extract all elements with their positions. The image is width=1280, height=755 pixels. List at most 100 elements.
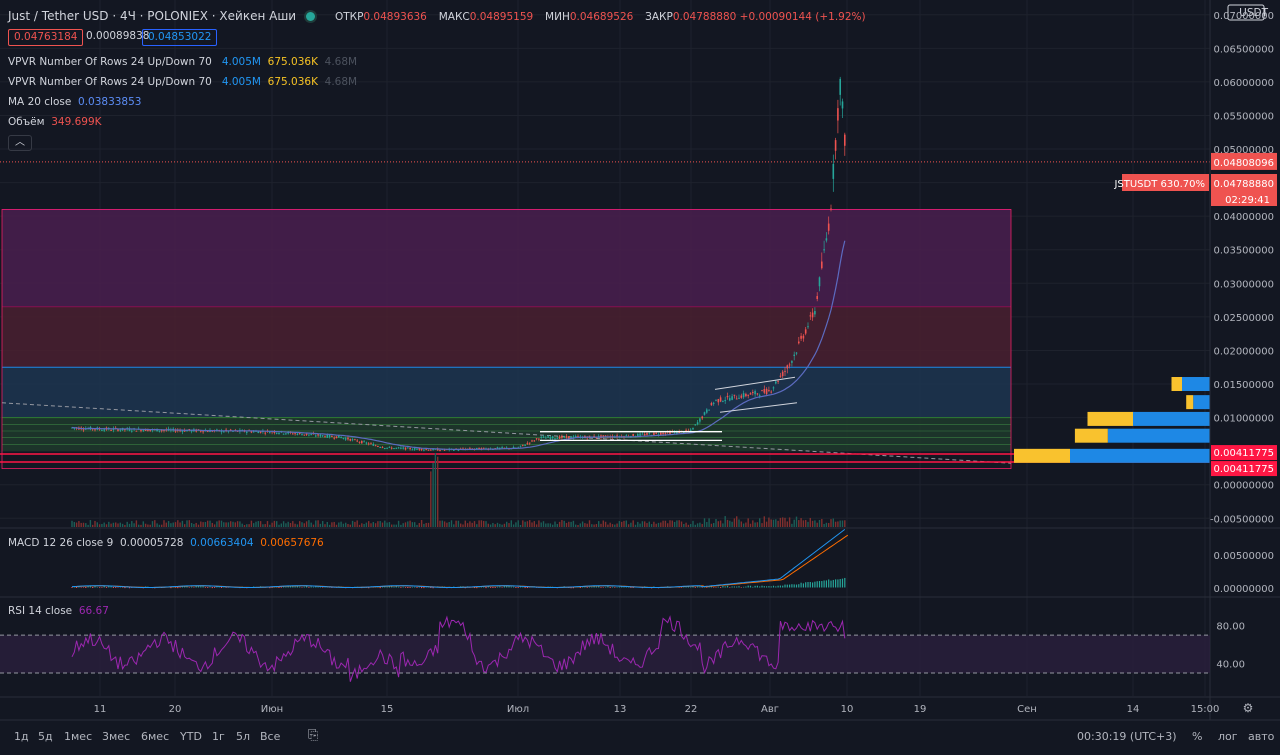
range-5y[interactable]: 5л	[236, 730, 250, 743]
candle-body	[699, 418, 701, 422]
volume-bar	[600, 523, 602, 527]
macd-hist-bar	[490, 587, 492, 588]
macd-hist-bar	[763, 586, 765, 588]
candle-body	[363, 441, 365, 443]
volume-bar	[724, 516, 726, 527]
volume-bar	[363, 523, 365, 527]
candle-body	[561, 435, 563, 438]
macd-hist-bar	[726, 585, 729, 588]
candle-body	[250, 431, 253, 433]
volume-bar	[740, 521, 742, 527]
macd-hist-bar	[96, 586, 98, 588]
collapse-legend-button[interactable]: ︿	[8, 135, 32, 151]
volume-bar	[685, 522, 687, 527]
volume-bar	[119, 522, 121, 527]
volume-bar	[276, 521, 278, 527]
volume-bar	[167, 521, 170, 527]
candle-body	[551, 436, 554, 439]
symbol-title[interactable]: Just / Tether USD · 4Ч · POLONIEX · Хейк…	[8, 9, 296, 23]
legend-macd[interactable]: MACD 12 26 close 9 0.00005728 0.00663404…	[8, 537, 324, 549]
volume-bar	[591, 524, 593, 527]
volume-bar	[556, 524, 558, 527]
macd-hist-bar	[772, 585, 775, 588]
macd-hist-bar	[733, 586, 735, 588]
date-range-icon[interactable]: ⎘	[308, 728, 318, 743]
macd-hist-bar	[816, 581, 818, 588]
macd-hist-bar	[793, 584, 795, 588]
volume-bar	[814, 520, 816, 527]
macd-hist-bar	[844, 577, 846, 588]
legend-vpvr-1[interactable]: VPVR Number Of Rows 24 Up/Down 70 4.005M…	[8, 56, 357, 68]
vpvr-profile-bar	[1171, 377, 1182, 392]
candle-body	[692, 427, 694, 430]
volume-bar	[317, 520, 319, 527]
macd-hist-bar	[310, 586, 312, 588]
macd-hist-bar	[296, 586, 298, 588]
volume-bar	[246, 524, 248, 527]
volume-bar	[462, 524, 464, 527]
range-6m[interactable]: 6мес	[141, 730, 169, 743]
volume-bar	[280, 523, 282, 527]
price-tick-label: 0.02500000	[1214, 313, 1274, 324]
clock-display[interactable]: 00:30:19 (UTC+3)	[1077, 730, 1177, 743]
percent-toggle[interactable]: %	[1192, 730, 1202, 743]
volume-bar	[489, 524, 492, 527]
candle-body	[779, 375, 782, 377]
macd-hist-bar	[517, 587, 519, 588]
volume-bar	[239, 521, 241, 527]
macd-hist-bar	[411, 586, 413, 588]
macd-hist-bar	[214, 587, 216, 588]
volume-bar	[425, 522, 427, 527]
candle-body	[540, 436, 542, 438]
rsi-tick-label: 40.00	[1216, 660, 1245, 671]
volume-bar	[745, 522, 747, 527]
range-1m[interactable]: 1мес	[64, 730, 92, 743]
macd-hist-bar	[809, 581, 811, 588]
legend-ma[interactable]: MA 20 close 0.03833853	[8, 96, 141, 108]
volume-bar	[687, 524, 690, 527]
range-5d[interactable]: 5д	[38, 730, 53, 743]
volume-bar	[253, 523, 255, 527]
volume-bar	[770, 519, 772, 527]
macd-hist-bar	[694, 587, 696, 588]
legend-rsi[interactable]: RSI 14 close 66.67	[8, 605, 109, 617]
chevron-up-icon: ︿	[15, 137, 25, 148]
candle-body	[793, 354, 795, 356]
volume-bar	[460, 523, 462, 527]
auto-toggle[interactable]: авто	[1248, 730, 1274, 743]
log-toggle[interactable]: лог	[1218, 730, 1238, 743]
macd-hist-bar	[71, 587, 73, 588]
legend-volume[interactable]: Объём 349.699K	[8, 116, 102, 128]
candle-body	[823, 249, 825, 251]
candle-body	[370, 443, 372, 445]
macd-hist-bar	[795, 584, 798, 588]
macd-hist-bar	[76, 587, 78, 588]
range-1y[interactable]: 1г	[212, 730, 225, 743]
candle-body	[791, 360, 793, 363]
candle-body	[740, 395, 743, 398]
buy-button[interactable]: 0.04853022	[142, 29, 218, 46]
macd-hist-bar	[82, 587, 85, 588]
volume-bar	[450, 520, 453, 527]
chart-canvas[interactable]: USDT0.070000000.065000000.060000000.0550…	[0, 0, 1280, 755]
candle-body	[807, 326, 809, 328]
range-1d[interactable]: 1д	[14, 730, 29, 743]
range-ytd[interactable]: YTD	[180, 730, 202, 743]
candle-body	[335, 436, 338, 439]
volume-bar	[696, 523, 699, 527]
macd-hist-bar	[759, 586, 761, 588]
legend-vpvr-2[interactable]: VPVR Number Of Rows 24 Up/Down 70 4.005M…	[8, 76, 357, 88]
volume-bar	[653, 521, 655, 527]
candle-body	[206, 431, 209, 433]
candle-body	[703, 412, 706, 415]
macd-hist-bar	[483, 586, 485, 588]
sell-button[interactable]: 0.04763184	[8, 29, 84, 46]
volume-bar	[795, 516, 798, 527]
macd-hist-bar	[195, 586, 197, 588]
range-3m[interactable]: 3мес	[102, 730, 130, 743]
candle-body	[423, 449, 425, 451]
volume-bar	[393, 524, 395, 527]
volume-bar	[209, 520, 211, 527]
time-tick-label: 11	[94, 704, 107, 715]
range-all[interactable]: Все	[260, 730, 280, 743]
